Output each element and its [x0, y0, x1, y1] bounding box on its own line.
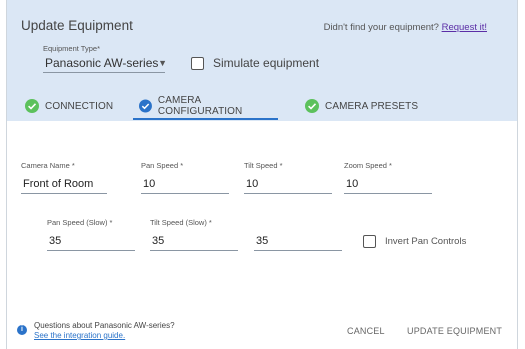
tilt-speed-label: Tilt Speed *	[244, 161, 283, 170]
camera-configuration-form: Camera Name * Front of Room Pan Speed * …	[7, 121, 517, 349]
camera-name-input[interactable]: Front of Room	[21, 178, 107, 194]
dialog-header: Update Equipment Didn't find your equipm…	[7, 0, 517, 121]
camera-name-label: Camera Name *	[21, 161, 75, 170]
invert-pan-checkbox[interactable]	[363, 235, 376, 248]
info-icon: i	[17, 325, 27, 335]
invert-pan-toggle[interactable]: Invert Pan Controls	[363, 235, 466, 248]
tab-connection[interactable]: CONNECTION	[25, 94, 113, 118]
zoom-speed-field[interactable]: Zoom Speed * 10	[344, 161, 432, 194]
update-equipment-button[interactable]: UPDATE EQUIPMENT	[407, 326, 502, 336]
tilt-speed-slow-label: Tilt Speed (Slow) *	[150, 218, 212, 227]
equipment-type-label: Equipment Type*	[43, 44, 100, 53]
simulate-equipment-toggle[interactable]: Simulate equipment	[191, 56, 319, 70]
tab-camera-configuration[interactable]: CAMERA CONFIGURATION	[133, 94, 278, 120]
tab-label: CONNECTION	[45, 100, 114, 112]
pan-speed-field[interactable]: Pan Speed * 10	[141, 161, 229, 194]
equipment-type-value: Panasonic AW-series	[45, 56, 159, 70]
step-tabs: CONNECTION CAMERA CONFIGURATION CAMERA P…	[7, 94, 517, 121]
tab-label: CAMERA PRESETS	[325, 100, 419, 112]
dropdown-caret-icon: ▼	[158, 58, 167, 68]
tilt-speed-input[interactable]: 10	[244, 178, 332, 194]
zoom-speed-label: Zoom Speed *	[344, 161, 392, 170]
request-it-link[interactable]: Request it!	[442, 22, 487, 33]
third-slow-input[interactable]: 35	[254, 235, 342, 251]
invert-pan-label: Invert Pan Controls	[385, 236, 467, 247]
simulate-label: Simulate equipment	[213, 56, 320, 70]
integration-help: i Questions about Panasonic AW-series? S…	[17, 321, 175, 341]
tab-label: CAMERA CONFIGURATION	[157, 95, 243, 117]
check-circle-icon	[25, 99, 39, 113]
equipment-type-select[interactable]: Panasonic AW-series ▼	[43, 54, 167, 73]
dialog-title: Update Equipment	[21, 18, 133, 33]
tab-camera-presets[interactable]: CAMERA PRESETS	[305, 94, 418, 118]
integration-question: Questions about Panasonic AW-series?	[34, 321, 175, 330]
tilt-speed-slow-field[interactable]: Tilt Speed (Slow) * 35	[150, 218, 238, 251]
camera-name-field[interactable]: Camera Name * Front of Room	[21, 161, 107, 194]
simulate-checkbox[interactable]	[191, 56, 204, 70]
tilt-speed-field[interactable]: Tilt Speed * 10	[244, 161, 332, 194]
pan-speed-label: Pan Speed *	[141, 161, 184, 170]
pan-speed-slow-field[interactable]: Pan Speed (Slow) * 35	[47, 218, 135, 251]
third-slow-field[interactable]: 35	[254, 218, 342, 251]
not-found-notice: Didn't find your equipment? Request it!	[324, 22, 487, 33]
check-circle-icon	[305, 99, 319, 113]
update-equipment-dialog: Update Equipment Didn't find your equipm…	[6, 0, 518, 349]
cancel-button[interactable]: CANCEL	[347, 326, 385, 336]
pan-speed-slow-label: Pan Speed (Slow) *	[47, 218, 113, 227]
check-circle-icon	[139, 99, 152, 113]
tilt-speed-slow-input[interactable]: 35	[150, 235, 238, 251]
pan-speed-slow-input[interactable]: 35	[47, 235, 135, 251]
not-found-text: Didn't find your equipment?	[323, 22, 439, 33]
zoom-speed-input[interactable]: 10	[344, 178, 432, 194]
pan-speed-input[interactable]: 10	[141, 178, 229, 194]
integration-guide-link[interactable]: See the integration guide.	[34, 331, 125, 340]
